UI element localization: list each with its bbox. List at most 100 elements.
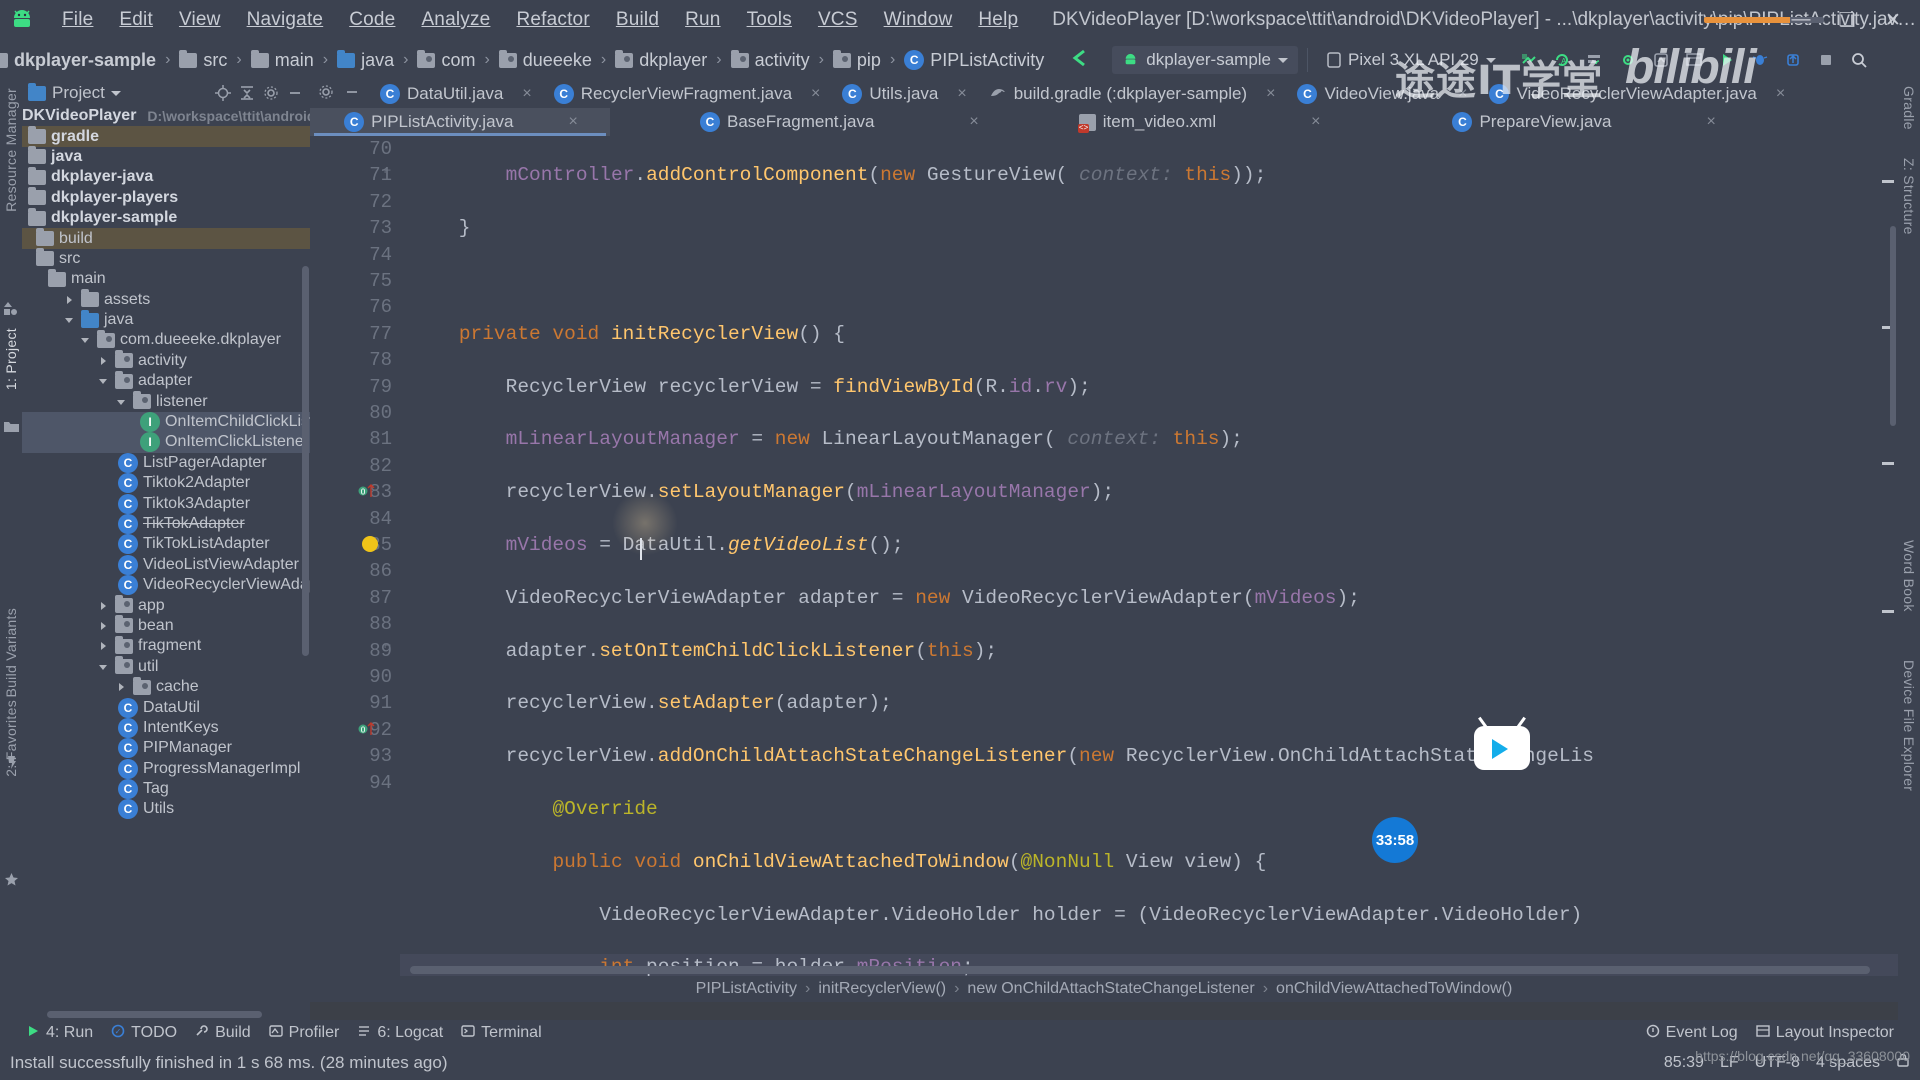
tree-item-progressmanagerimpl[interactable]: C ProgressManagerImpl — [22, 758, 310, 779]
editor-tab-basefragment[interactable]: C BaseFragment.java × — [688, 108, 989, 136]
editor-breadcrumb-method[interactable]: initRecyclerView() — [818, 980, 946, 998]
maximize-button[interactable]: ❑ — [1824, 0, 1870, 40]
search-icon[interactable] — [1844, 45, 1874, 75]
chevron-down-icon[interactable] — [116, 396, 128, 408]
minus-icon[interactable] — [344, 84, 360, 105]
close-icon[interactable]: × — [969, 113, 978, 131]
project-tree-scrollbar[interactable] — [302, 266, 309, 656]
editor-tab-utils[interactable]: C Utils.java × — [830, 80, 976, 108]
tree-item-dkplayer-players[interactable]: dkplayer-players — [22, 187, 310, 208]
rail-item-resource-manager[interactable]: Resource Manager — [3, 88, 19, 212]
bottom-tab-event-log[interactable]: Event Log — [1646, 1024, 1738, 1043]
close-icon[interactable]: × — [1266, 85, 1275, 103]
rail-item-project[interactable]: 1: Project — [3, 328, 19, 390]
editor-tab-item-video-xml[interactable]: item_video.xml × — [1067, 108, 1331, 136]
rail-item-favorites[interactable]: 2: Favorites — [3, 700, 19, 777]
tree-item-tiktok2adapter[interactable]: C Tiktok2Adapter — [22, 473, 310, 494]
tree-item-listener[interactable]: listener — [22, 391, 310, 411]
chevron-down-icon[interactable] — [98, 375, 110, 387]
chevron-down-icon[interactable] — [64, 314, 76, 326]
tree-item-datautil[interactable]: C DataUtil — [22, 697, 310, 718]
gear-icon[interactable] — [262, 84, 280, 102]
breadcrumb-item-com[interactable]: com — [415, 49, 477, 71]
close-icon[interactable]: × — [569, 113, 578, 131]
menu-vcs[interactable]: VCS — [806, 5, 870, 35]
menu-refactor[interactable]: Refactor — [504, 5, 601, 35]
hide-panel-icon[interactable] — [286, 84, 304, 102]
tree-item-tiktoklistadapter[interactable]: C TikTokListAdapter — [22, 534, 310, 555]
tree-item-assets[interactable]: assets — [22, 289, 310, 310]
tree-item-adapter[interactable]: adapter — [22, 370, 310, 391]
bottom-tab-profiler[interactable]: Profiler — [268, 1024, 339, 1043]
tree-item-dkplayer-sample[interactable]: dkplayer-sample — [22, 207, 310, 228]
rail-item-word-book[interactable]: Word Book — [1901, 540, 1917, 612]
rail-item-structure[interactable]: Z: Structure — [1901, 158, 1917, 235]
editor-breadcrumb-inner-method[interactable]: onChildViewAttachedToWindow() — [1276, 980, 1512, 998]
override-impl-icon[interactable]: O — [358, 481, 380, 503]
bottom-tab-run[interactable]: 4: Run — [26, 1024, 93, 1043]
chevron-down-icon[interactable] — [98, 661, 110, 673]
code-text[interactable]: mController.addControlComponent(new Gest… — [400, 136, 1898, 976]
tree-item-com-dueeeke-dkplayer[interactable]: com.dueeeke.dkplayer — [22, 329, 310, 350]
project-tree-hscrollbar[interactable] — [47, 1011, 262, 1018]
chevron-down-icon[interactable] — [80, 334, 92, 346]
menu-tools[interactable]: Tools — [735, 5, 804, 35]
breadcrumb-item-main[interactable]: main — [249, 49, 316, 71]
chevron-down-icon[interactable] — [110, 90, 121, 96]
close-icon[interactable]: × — [1458, 85, 1467, 103]
breadcrumb-item-pip[interactable]: pip — [831, 49, 883, 71]
close-icon[interactable]: × — [1776, 85, 1785, 103]
tree-item-videolistviewadapter[interactable]: C VideoListViewAdapter — [22, 554, 310, 575]
menu-navigate[interactable]: Navigate — [235, 5, 336, 35]
gear-icon[interactable] — [318, 84, 334, 105]
tree-item-dkvideoplayer[interactable]: DKVideoPlayer D:\workspace\ttit\android\… — [22, 106, 310, 126]
close-icon[interactable]: × — [1706, 113, 1715, 131]
editor-scrollbar[interactable] — [1890, 226, 1896, 426]
close-button[interactable]: ✕ — [1870, 0, 1916, 40]
tree-item-onitemclicklistener[interactable]: I OnItemClickListener — [22, 432, 310, 453]
tree-item-intentkeys[interactable]: C IntentKeys — [22, 717, 310, 738]
tree-item-bean[interactable]: bean — [22, 615, 310, 636]
run-icon[interactable] — [1712, 45, 1742, 75]
run-configuration-selector[interactable]: dkplayer-sample — [1112, 46, 1299, 74]
minimize-button[interactable]: — — [1778, 0, 1824, 40]
editor-tab-recyclerviewfragment[interactable]: C RecyclerViewFragment.java × — [542, 80, 831, 108]
chevron-right-icon[interactable] — [116, 681, 128, 693]
menu-analyze[interactable]: Analyze — [409, 5, 502, 35]
collapse-all-icon[interactable] — [238, 84, 256, 102]
close-icon[interactable]: × — [522, 85, 531, 103]
menu-view[interactable]: View — [167, 5, 233, 35]
editor-tab-videoview[interactable]: C VideoView.java × — [1285, 80, 1477, 108]
device-selector[interactable]: Pixel 3 XL API 29 — [1317, 46, 1506, 74]
chevron-right-icon[interactable] — [98, 620, 110, 632]
intention-bulb-icon[interactable] — [362, 536, 378, 552]
close-icon[interactable]: × — [1311, 113, 1320, 131]
breadcrumb-item-class[interactable]: C PIPListActivity — [902, 50, 1046, 71]
rail-item-build-variants[interactable]: Build Variants — [3, 608, 19, 698]
editor-tab-prepareview[interactable]: C PrepareView.java × — [1440, 108, 1725, 136]
rail-item-gradle[interactable]: Gradle — [1901, 86, 1917, 130]
menu-run[interactable]: Run — [673, 5, 732, 35]
bottom-tab-layout-inspector[interactable]: Layout Inspector — [1756, 1024, 1894, 1043]
tree-item-fragment[interactable]: fragment — [22, 635, 310, 656]
menu-window[interactable]: Window — [872, 5, 965, 35]
code-editor[interactable]: 70 71 ⌐ 72 73 74 75 76 77 78 79 80 81 82… — [310, 136, 1898, 976]
avd-manager-icon[interactable] — [1580, 45, 1610, 75]
tree-item-gradle[interactable]: gradle — [22, 126, 310, 147]
tree-item-tiktokadapter[interactable]: C TikTokAdapter — [22, 514, 310, 534]
editor-tab-piplistactivity[interactable]: C PIPListActivity.java × — [310, 108, 610, 136]
close-icon[interactable]: × — [811, 85, 820, 103]
tree-item-tiktok3adapter[interactable]: C Tiktok3Adapter — [22, 493, 310, 514]
editor-gutter[interactable]: 70 71 ⌐ 72 73 74 75 76 77 78 79 80 81 82… — [310, 136, 400, 976]
tree-item-util[interactable]: util — [22, 656, 310, 677]
editor-tab-videorecyclerviewadapter[interactable]: C VideoRecyclerViewAdapter.java × — [1477, 80, 1795, 108]
editor-breadcrumb-anonymous[interactable]: new OnChildAttachStateChangeListener — [967, 980, 1254, 998]
rail-item-device-file-explorer[interactable]: Device File Explorer — [1901, 660, 1917, 791]
breadcrumb-item-src[interactable]: src — [177, 49, 229, 71]
tree-item-utils[interactable]: C Utils — [22, 799, 310, 820]
breadcrumb-item-activity[interactable]: activity — [729, 49, 812, 71]
menu-build[interactable]: Build — [604, 5, 671, 35]
breadcrumb-item-dkplayer[interactable]: dkplayer — [613, 49, 709, 71]
menu-file[interactable]: File — [50, 5, 105, 35]
tree-item-cache[interactable]: cache — [22, 676, 310, 697]
